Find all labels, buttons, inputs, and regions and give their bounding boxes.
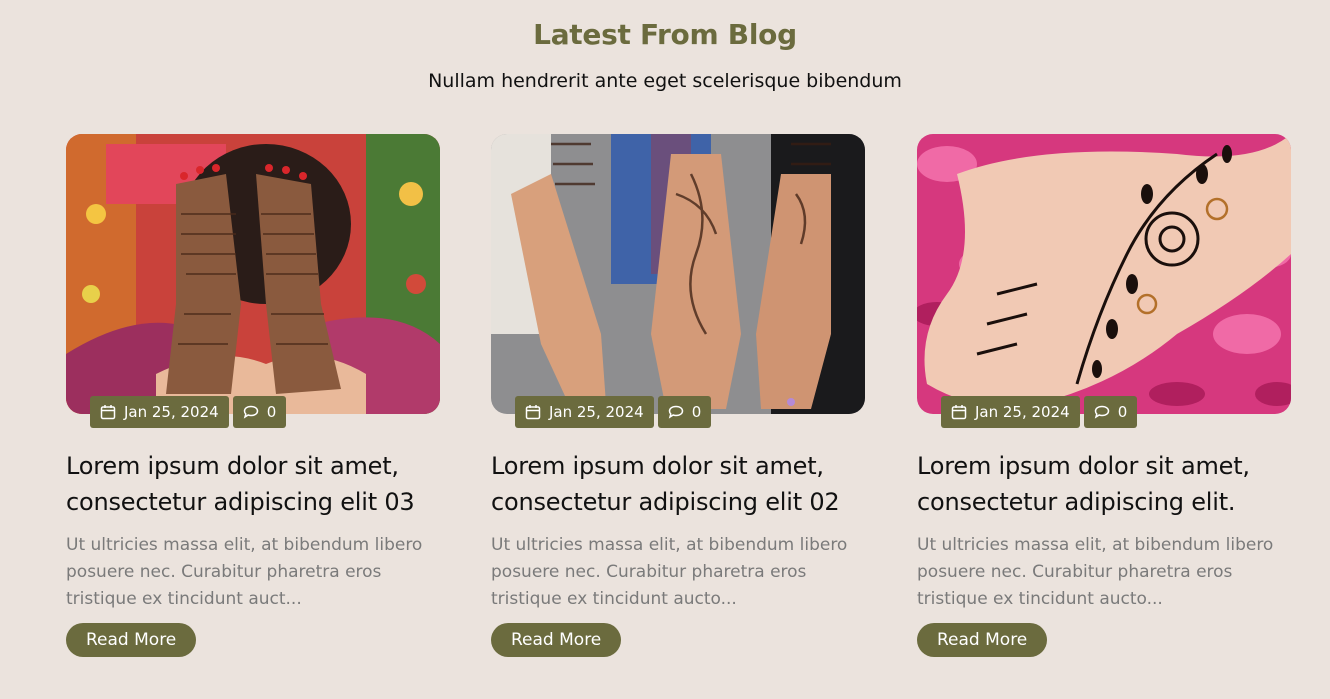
post-meta: Jan 25, 2024 0: [941, 396, 1138, 428]
blog-card: Jan 25, 2024 0 Lorem ipsum dolor sit ame…: [917, 134, 1291, 657]
henna-hands-photo-icon: [66, 134, 440, 414]
post-date: Jan 25, 2024: [975, 403, 1070, 421]
comments-badge[interactable]: 0: [232, 396, 287, 428]
comment-count: 0: [266, 403, 277, 421]
calendar-icon: [525, 405, 541, 420]
post-title[interactable]: Lorem ipsum dolor sit amet, consectetur …: [66, 448, 440, 520]
calendar-icon: [951, 405, 967, 420]
post-date: Jan 25, 2024: [549, 403, 644, 421]
blog-section: Latest From Blog Nullam hendrerit ante e…: [0, 0, 1330, 699]
comment-count: 0: [1117, 403, 1128, 421]
blog-card: Jan 25, 2024 0 Lorem ipsum dolor sit ame…: [491, 134, 865, 657]
post-meta: Jan 25, 2024 0: [515, 396, 712, 428]
comment-icon: [1094, 405, 1109, 419]
henna-hand-on-petals-photo-icon: [917, 134, 1291, 414]
comment-icon: [243, 405, 258, 419]
comment-icon: [668, 405, 683, 419]
read-more-button[interactable]: Read More: [917, 623, 1048, 657]
post-image[interactable]: [917, 134, 1291, 414]
calendar-icon: [100, 405, 116, 420]
date-badge[interactable]: Jan 25, 2024: [941, 396, 1080, 428]
date-badge[interactable]: Jan 25, 2024: [515, 396, 654, 428]
date-badge[interactable]: Jan 25, 2024: [90, 396, 229, 428]
post-meta: Jan 25, 2024 0: [90, 396, 287, 428]
post-image[interactable]: [66, 134, 440, 414]
comments-badge[interactable]: 0: [657, 396, 712, 428]
post-excerpt: Ut ultricies massa elit, at bibendum lib…: [66, 535, 423, 609]
section-title: Latest From Blog: [533, 18, 797, 51]
comments-badge[interactable]: 0: [1083, 396, 1138, 428]
blog-card: Jan 25, 2024 0 Lorem ipsum dolor sit ame…: [66, 134, 440, 657]
post-title[interactable]: Lorem ipsum dolor sit amet, consectetur …: [917, 448, 1291, 520]
section-subtitle: Nullam hendrerit ante eget scelerisque b…: [428, 70, 902, 92]
comment-count: 0: [691, 403, 702, 421]
read-more-button[interactable]: Read More: [491, 623, 622, 657]
post-date: Jan 25, 2024: [124, 403, 219, 421]
post-excerpt: Ut ultricies massa elit, at bibendum lib…: [491, 535, 848, 609]
henna-hands-photo-icon: [491, 134, 865, 414]
post-title[interactable]: Lorem ipsum dolor sit amet, consectetur …: [491, 448, 865, 520]
read-more-button[interactable]: Read More: [66, 623, 197, 657]
post-image[interactable]: [491, 134, 865, 414]
post-excerpt: Ut ultricies massa elit, at bibendum lib…: [917, 535, 1274, 609]
